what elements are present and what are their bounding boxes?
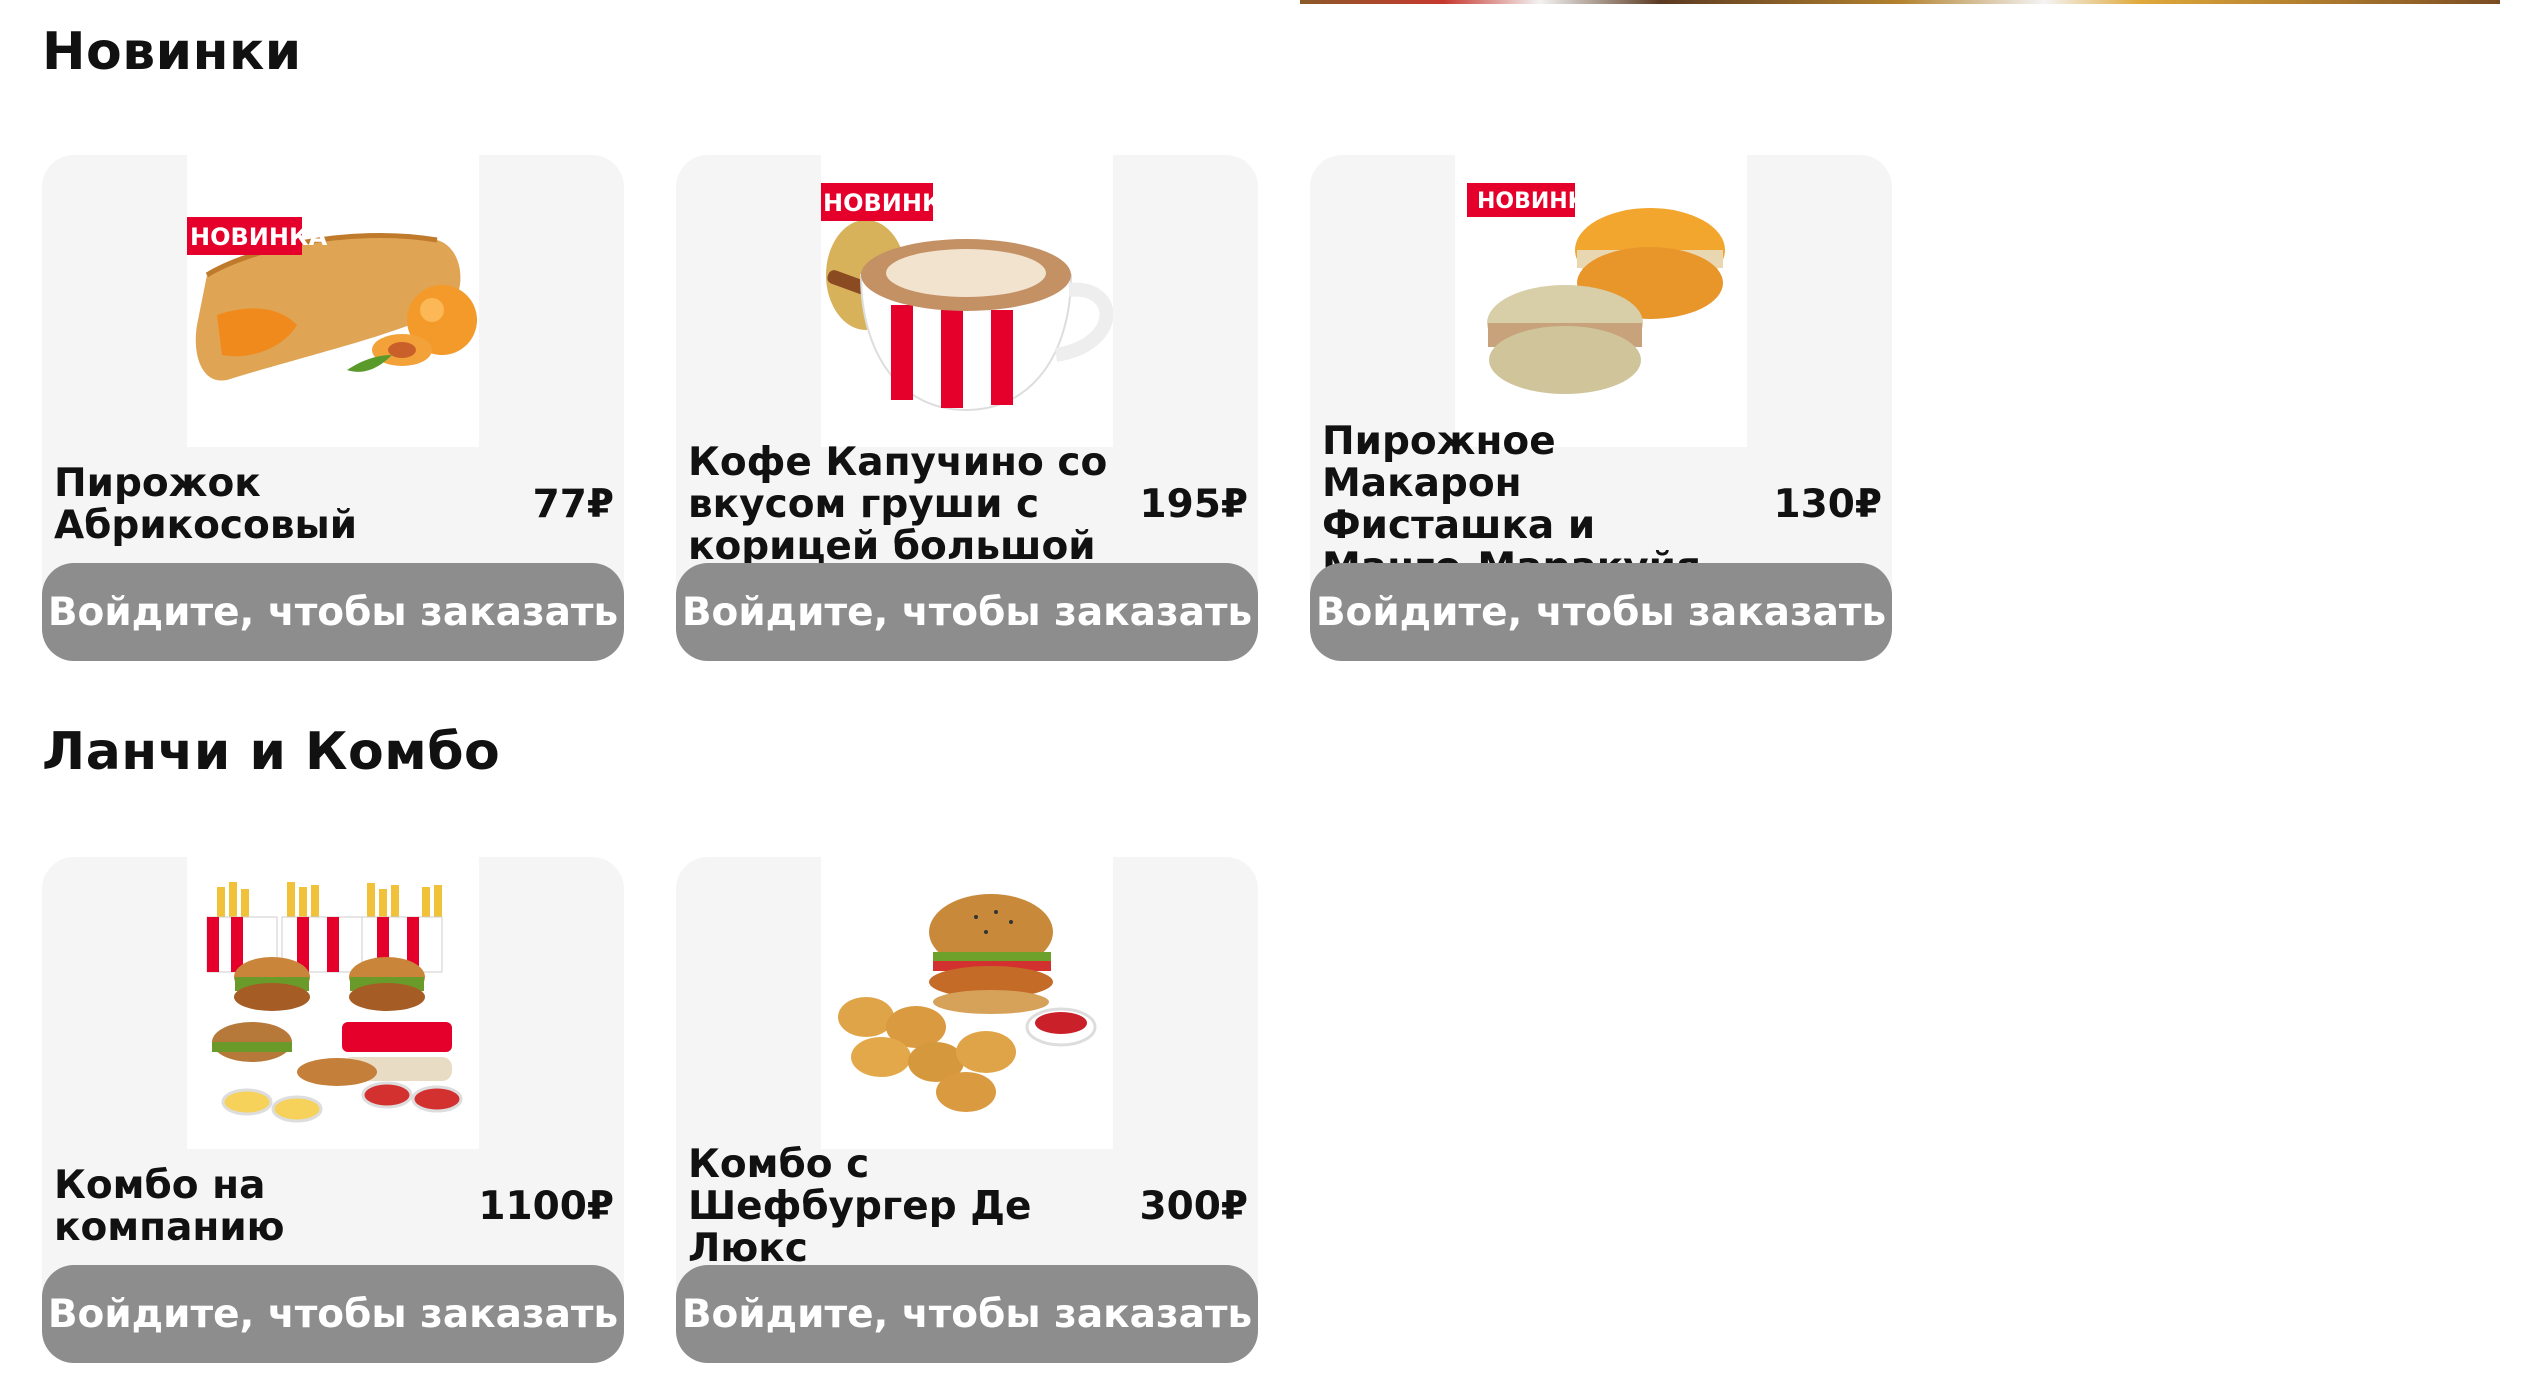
product-info: Комбо на компанию 1100₽ — [54, 1149, 614, 1264]
login-to-order-button[interactable]: Войдите, чтобы заказать — [1310, 563, 1892, 661]
product-price: 77₽ — [532, 482, 614, 527]
product-price: 130₽ — [1773, 482, 1882, 527]
product-price: 300₽ — [1139, 1184, 1248, 1229]
product-name: Комбо с Шефбургер Де Люкс — [688, 1141, 1032, 1271]
product-card-cappuccino: НОВИНКА Кофе Капучино со вкусом груши с … — [676, 155, 1258, 661]
section-title-new: Новинки — [42, 22, 302, 82]
login-to-order-button[interactable]: Войдите, чтобы заказать — [42, 563, 624, 661]
product-image[interactable]: НОВИНКА — [1455, 155, 1747, 447]
new-badge: НОВИНКА — [823, 189, 961, 217]
product-card-macaron: НОВИНКА Пирожное Макарон Фисташка и Манг… — [1310, 155, 1892, 661]
new-badge: НОВИНКА — [1477, 189, 1603, 214]
top-banner-strip — [1300, 0, 2500, 4]
login-to-order-button[interactable]: Войдите, чтобы заказать — [42, 1265, 624, 1363]
product-name: Пирожок Абрикосовый — [54, 460, 358, 548]
product-image[interactable] — [187, 857, 479, 1149]
product-info: Комбо с Шефбургер Де Люкс 300₽ — [688, 1143, 1248, 1269]
product-image[interactable]: НОВИНКА — [187, 155, 479, 447]
product-price: 195₽ — [1139, 482, 1248, 527]
login-to-order-button[interactable]: Войдите, чтобы заказать — [676, 1265, 1258, 1363]
product-card-combo-company: Комбо на компанию 1100₽ Войдите, чтобы з… — [42, 857, 624, 1363]
product-card-apricot-pie: НОВИНКА Пирожок Абрикосовый 77₽ Войдите,… — [42, 155, 624, 661]
login-to-order-button[interactable]: Войдите, чтобы заказать — [676, 563, 1258, 661]
product-name: Кофе Капучино со вкусом груши с корицей … — [688, 439, 1108, 569]
product-image[interactable]: НОВИНКА — [821, 155, 1113, 447]
product-image[interactable] — [821, 857, 1113, 1149]
product-info: Кофе Капучино со вкусом груши с корицей … — [688, 441, 1248, 567]
product-card-combo-chefburger: Комбо с Шефбургер Де Люкс 300₽ Войдите, … — [676, 857, 1258, 1363]
product-name: Комбо на компанию — [54, 1162, 285, 1250]
section-title-lunch-combo: Ланчи и Комбо — [42, 722, 501, 782]
product-price: 1100₽ — [478, 1184, 614, 1229]
product-info: Пирожок Абрикосовый 77₽ — [54, 447, 614, 562]
new-badge: НОВИНКА — [190, 223, 328, 251]
product-info: Пирожное Макарон Фисташка и Манго-Мараку… — [1322, 420, 1882, 588]
